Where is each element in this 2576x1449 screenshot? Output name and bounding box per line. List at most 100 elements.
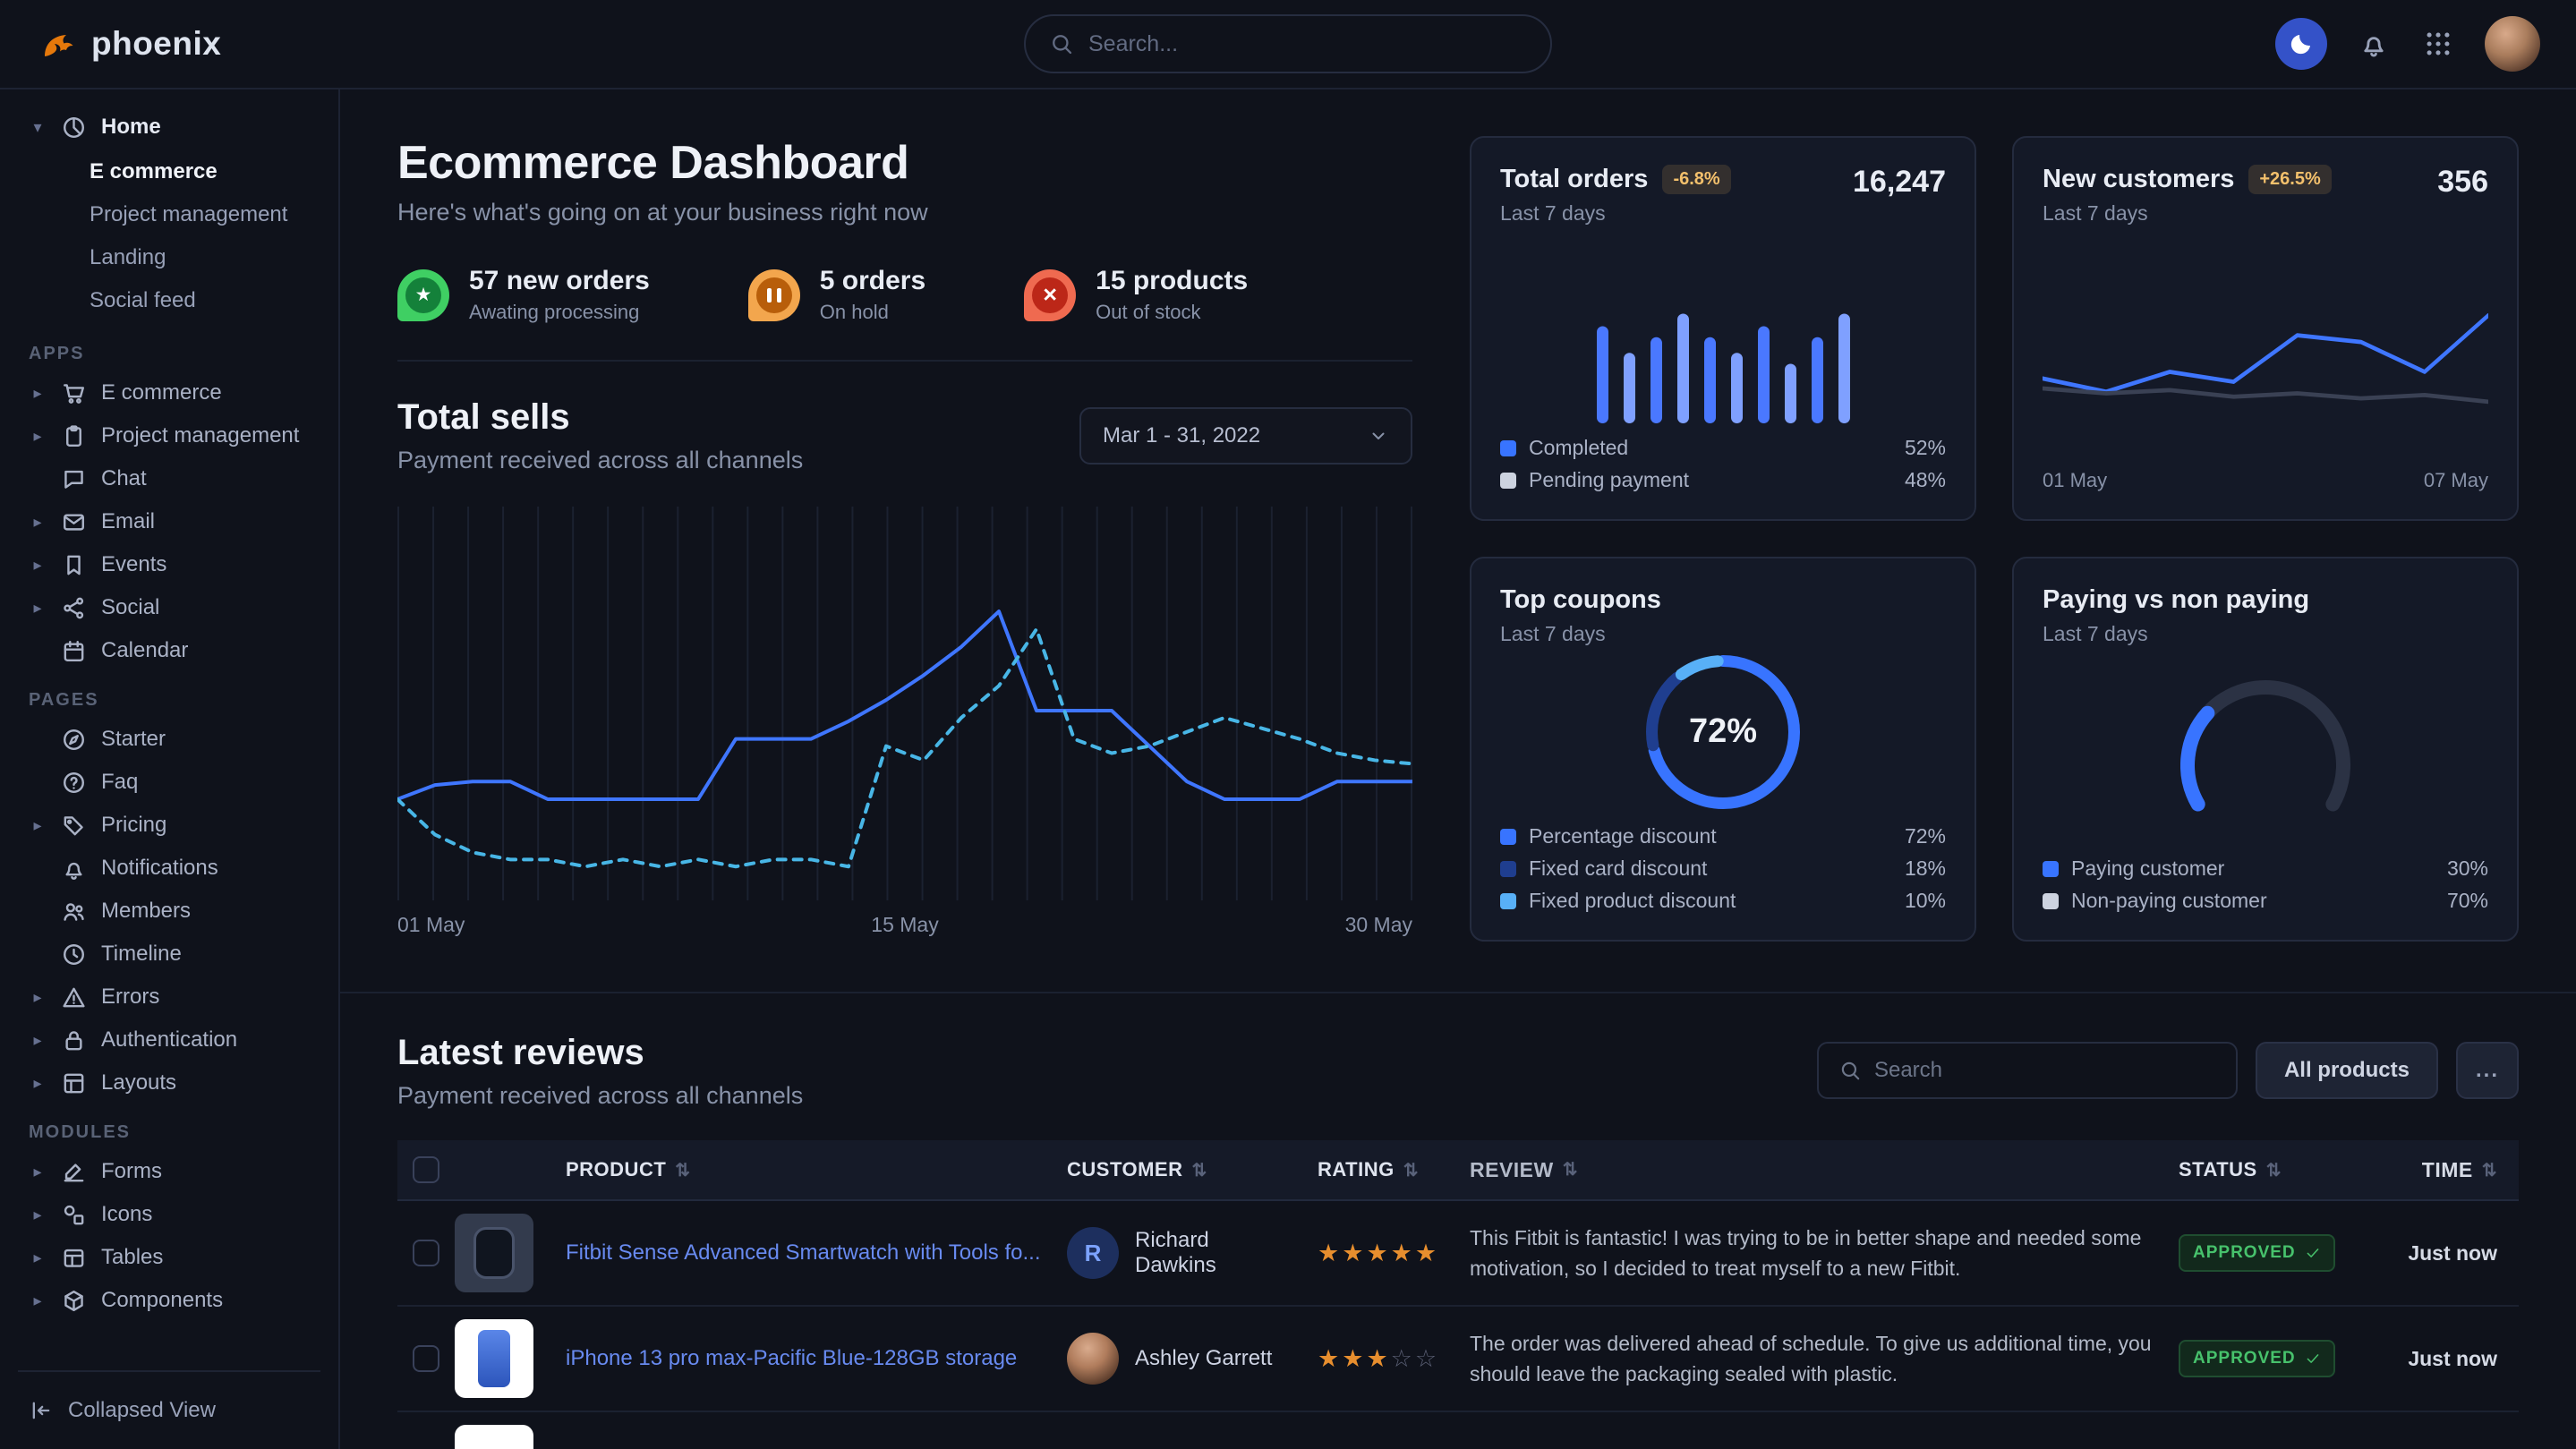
row-checkbox[interactable] bbox=[413, 1240, 439, 1266]
all-products-button[interactable]: All products bbox=[2256, 1042, 2438, 1099]
column-header-time[interactable]: TIME⇅ bbox=[2358, 1158, 2519, 1182]
sidebar-item-label: Authentication bbox=[101, 1027, 237, 1053]
customer-name: Richard Dawkins bbox=[1135, 1228, 1296, 1278]
sidebar-item-social[interactable]: ▸Social bbox=[18, 586, 320, 629]
column-header-product[interactable]: PRODUCT⇅ bbox=[566, 1158, 1067, 1181]
column-label: CUSTOMER bbox=[1067, 1158, 1183, 1181]
product-image bbox=[455, 1214, 533, 1292]
legend-item: Pending payment48% bbox=[1500, 468, 1946, 492]
stat-value: 15 products bbox=[1096, 266, 1248, 296]
sidebar-item-layouts[interactable]: ▸ Layouts bbox=[18, 1061, 320, 1104]
sidebar-item-starter[interactable]: Starter bbox=[18, 718, 320, 761]
column-header-status[interactable]: STATUS ⇅ bbox=[2179, 1158, 2358, 1181]
global-search[interactable] bbox=[1024, 14, 1552, 73]
sort-icon: ⇅ bbox=[2266, 1159, 2282, 1181]
sidebar-item-label: Calendar bbox=[101, 638, 188, 663]
donut-center-value: 72% bbox=[1689, 712, 1757, 751]
sidebar-item-home[interactable]: ▾Home bbox=[18, 106, 320, 149]
column-header-rating[interactable]: RATING⇅ bbox=[1318, 1158, 1470, 1181]
new-customers-x-axis: 01 May 07 May bbox=[2043, 469, 2488, 492]
grid-icon bbox=[2423, 29, 2453, 59]
sidebar-item-forms[interactable]: ▸Forms bbox=[18, 1150, 320, 1193]
star-icon: ★ bbox=[1342, 1345, 1366, 1373]
status-label: APPROVED bbox=[2193, 1243, 2296, 1263]
sidebar-item-e-commerce[interactable]: ▸E commerce bbox=[18, 371, 320, 414]
sidebar-subitem-social-feed[interactable]: Social feed bbox=[18, 279, 320, 322]
stat-caption: Out of stock bbox=[1096, 301, 1248, 324]
product-image bbox=[455, 1425, 533, 1449]
reviews-search[interactable] bbox=[1817, 1042, 2238, 1099]
global-search-input[interactable] bbox=[1088, 31, 1527, 57]
sidebar-item-email[interactable]: ▸Email bbox=[18, 500, 320, 543]
legend-bullet bbox=[1500, 829, 1516, 845]
star-icon: ★ bbox=[1318, 1240, 1342, 1267]
sidebar-item-calendar[interactable]: Calendar bbox=[18, 629, 320, 672]
sidebar-item-label: Tables bbox=[101, 1245, 163, 1270]
sidebar-item-components[interactable]: ▸Components bbox=[18, 1279, 320, 1322]
sidebar-item-notifications[interactable]: Notifications bbox=[18, 847, 320, 890]
sidebar-nav: ▾HomeE commerceProject managementLanding… bbox=[18, 106, 320, 1370]
star-icon: ★ bbox=[1366, 1345, 1390, 1373]
sidebar-item-tables[interactable]: ▸Tables bbox=[18, 1236, 320, 1279]
sidebar-item-pricing[interactable]: ▸Pricing bbox=[18, 804, 320, 847]
apps-menu-button[interactable] bbox=[2420, 26, 2456, 62]
table-row: iPhone 13 pro max-Pacific Blue-128GB sto… bbox=[397, 1307, 2519, 1412]
reviews-subtitle: Payment received across all channels bbox=[397, 1082, 803, 1110]
column-label: RATING bbox=[1318, 1158, 1395, 1181]
dark-mode-toggle[interactable] bbox=[2275, 18, 2327, 70]
sidebar-subitem-landing[interactable]: Landing bbox=[18, 236, 320, 279]
sidebar-item-faq[interactable]: Faq bbox=[18, 761, 320, 804]
reviews-search-input[interactable] bbox=[1874, 1058, 2216, 1083]
sidebar-item-label: Layouts bbox=[101, 1070, 176, 1095]
sort-icon: ⇅ bbox=[1192, 1159, 1207, 1181]
sidebar-subitem-e-commerce[interactable]: E commerce bbox=[18, 150, 320, 193]
select-all-checkbox[interactable] bbox=[413, 1156, 439, 1183]
sidebar-item-project-management[interactable]: ▸Project management bbox=[18, 414, 320, 457]
table-row: Fitbit Sense Advanced Smartwatch with To… bbox=[397, 1201, 2519, 1307]
date-range-select[interactable]: Mar 1 - 31, 2022 bbox=[1079, 407, 1412, 465]
sidebar-subitem-project-management[interactable]: Project management bbox=[18, 193, 320, 236]
collapse-sidebar-button[interactable]: Collapsed View bbox=[18, 1370, 320, 1449]
clipboard-icon bbox=[61, 423, 87, 449]
chat-icon bbox=[61, 466, 87, 492]
caret-right-icon: ▸ bbox=[29, 1206, 47, 1224]
caret-right-icon: ▸ bbox=[29, 599, 47, 618]
trend-badge: +26.5% bbox=[2248, 165, 2331, 194]
sidebar-item-label: Starter bbox=[101, 727, 166, 752]
row-checkbox[interactable] bbox=[413, 1345, 439, 1372]
sidebar-item-events[interactable]: ▸Events bbox=[18, 543, 320, 586]
sort-icon: ⇅ bbox=[1563, 1156, 1578, 1183]
edit-icon bbox=[61, 1159, 87, 1185]
paying-vs-nonpaying-card: Paying vs non paying Last 7 days Paying … bbox=[2012, 557, 2519, 942]
legend-value: 30% bbox=[2447, 857, 2488, 881]
more-options-button[interactable]: ... bbox=[2456, 1042, 2519, 1099]
stat-out-of-stock: ×15 productsOut of stock bbox=[1024, 266, 1248, 324]
star-icon: ★ bbox=[1415, 1240, 1439, 1267]
column-header-customer[interactable]: CUSTOMER ⇅ bbox=[1067, 1158, 1318, 1181]
legend-bullet bbox=[1500, 473, 1516, 489]
sidebar-item-errors[interactable]: ▸Errors bbox=[18, 976, 320, 1019]
sidebar-item-authentication[interactable]: ▸Authentication bbox=[18, 1019, 320, 1061]
caret-right-icon: ▸ bbox=[29, 513, 47, 532]
product-link[interactable]: Fitbit Sense Advanced Smartwatch with To… bbox=[566, 1239, 1040, 1267]
stat-value: 5 orders bbox=[820, 266, 925, 296]
caret-right-icon: ▸ bbox=[29, 1074, 47, 1093]
user-avatar[interactable] bbox=[2485, 16, 2540, 72]
column-label: STATUS bbox=[2179, 1158, 2257, 1181]
legend-label: Paying customer bbox=[2071, 857, 2435, 881]
brand-logo[interactable]: phoenix bbox=[36, 22, 221, 65]
product-link[interactable]: iPhone 13 pro max-Pacific Blue-128GB sto… bbox=[566, 1344, 1017, 1373]
sidebar-item-chat[interactable]: Chat bbox=[18, 457, 320, 500]
review-text: The order was delivered ahead of schedul… bbox=[1470, 1328, 2179, 1390]
legend-label: Fixed card discount bbox=[1529, 857, 1892, 881]
sidebar-item-timeline[interactable]: Timeline bbox=[18, 933, 320, 976]
star-icon: ★ bbox=[1342, 1240, 1366, 1267]
x-label: 01 May bbox=[397, 913, 465, 937]
column-header-review[interactable]: REVIEW⇅ bbox=[1470, 1155, 2179, 1186]
notifications-button[interactable] bbox=[2356, 26, 2392, 62]
legend-value: 10% bbox=[1905, 889, 1946, 913]
sidebar-item-icons[interactable]: ▸Icons bbox=[18, 1193, 320, 1236]
phone-body bbox=[478, 1330, 510, 1387]
sidebar-item-label: Notifications bbox=[101, 856, 218, 881]
sidebar-item-members[interactable]: Members bbox=[18, 890, 320, 933]
